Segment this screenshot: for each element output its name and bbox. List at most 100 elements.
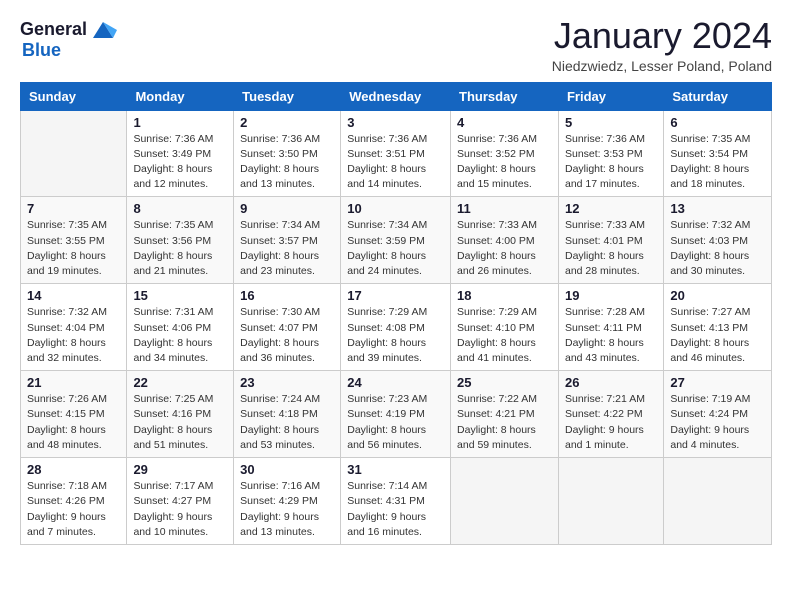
day-number: 18 (457, 288, 552, 303)
day-info: Sunrise: 7:22 AMSunset: 4:21 PMDaylight:… (457, 392, 552, 453)
calendar-cell: 29Sunrise: 7:17 AMSunset: 4:27 PMDayligh… (127, 458, 234, 545)
calendar-cell: 27 Sunrise: 7:19 AMSunset: 4:24 PMDayligh… (664, 371, 772, 458)
day-number: 5 (565, 115, 657, 130)
day-info: Sunrise: 7:36 AMSunset: 3:51 PMDaylight:… (347, 132, 444, 193)
calendar-cell: 15 Sunrise: 7:31 AMSunset: 4:06 PMDayligh… (127, 284, 234, 371)
day-info: Sunrise: 7:36 AMSunset: 3:49 PMDaylight:… (133, 132, 227, 193)
calendar-cell: 31Sunrise: 7:14 AMSunset: 4:31 PMDayligh… (341, 458, 451, 545)
day-info: Sunrise: 7:26 AMSunset: 4:15 PMDaylight:… (27, 392, 120, 453)
day-number: 12 (565, 201, 657, 216)
day-number: 6 (670, 115, 765, 130)
day-number: 13 (670, 201, 765, 216)
calendar-cell: 8Sunrise: 7:35 AMSunset: 3:56 PMDaylight… (127, 197, 234, 284)
calendar-cell: 18Sunrise: 7:29 AMSunset: 4:10 PMDayligh… (451, 284, 559, 371)
day-info: Sunrise: 7:19 AMSunset: 4:24 PMDaylight:… (670, 392, 765, 453)
page-header: General Blue January 2024 Niedzwiedz, Le… (20, 16, 772, 74)
calendar-cell: 9Sunrise: 7:34 AMSunset: 3:57 PMDaylight… (234, 197, 341, 284)
day-number: 15 (133, 288, 227, 303)
day-info: Sunrise: 7:17 AMSunset: 4:27 PMDaylight:… (133, 479, 227, 540)
day-number: 3 (347, 115, 444, 130)
day-info: Sunrise: 7:32 AMSunset: 4:03 PMDaylight:… (670, 218, 765, 279)
logo-text: General (20, 20, 87, 40)
calendar-cell: 6 Sunrise: 7:35 AMSunset: 3:54 PMDaylight… (664, 110, 772, 197)
day-info: Sunrise: 7:16 AMSunset: 4:29 PMDaylight:… (240, 479, 334, 540)
calendar-cell: 19Sunrise: 7:28 AMSunset: 4:11 PMDayligh… (558, 284, 663, 371)
weekday-header-friday: Friday (558, 82, 663, 110)
calendar-cell: 30 Sunrise: 7:16 AMSunset: 4:29 PMDayligh… (234, 458, 341, 545)
day-number: 8 (133, 201, 227, 216)
calendar-table: SundayMondayTuesdayWednesdayThursdayFrid… (20, 82, 772, 545)
calendar-cell: 24 Sunrise: 7:23 AMSunset: 4:19 PMDayligh… (341, 371, 451, 458)
calendar-cell: 16 Sunrise: 7:30 AMSunset: 4:07 PMDayligh… (234, 284, 341, 371)
weekday-header-sunday: Sunday (21, 82, 127, 110)
weekday-header-thursday: Thursday (451, 82, 559, 110)
weekday-header-saturday: Saturday (664, 82, 772, 110)
day-info: Sunrise: 7:34 AMSunset: 3:57 PMDaylight:… (240, 218, 334, 279)
day-number: 30 (240, 462, 334, 477)
day-number: 21 (27, 375, 120, 390)
day-number: 7 (27, 201, 120, 216)
day-number: 16 (240, 288, 334, 303)
day-info: Sunrise: 7:30 AMSunset: 4:07 PMDaylight:… (240, 305, 334, 366)
calendar-cell: 4 Sunrise: 7:36 AMSunset: 3:52 PMDaylight… (451, 110, 559, 197)
day-info: Sunrise: 7:23 AMSunset: 4:19 PMDaylight:… (347, 392, 444, 453)
day-number: 31 (347, 462, 444, 477)
calendar-cell (451, 458, 559, 545)
calendar-cell: 17 Sunrise: 7:29 AMSunset: 4:08 PMDayligh… (341, 284, 451, 371)
day-info: Sunrise: 7:29 AMSunset: 4:08 PMDaylight:… (347, 305, 444, 366)
day-info: Sunrise: 7:21 AMSunset: 4:22 PMDaylight:… (565, 392, 657, 453)
day-number: 20 (670, 288, 765, 303)
week-row-4: 21 Sunrise: 7:26 AMSunset: 4:15 PMDayligh… (21, 371, 772, 458)
calendar-cell: 3 Sunrise: 7:36 AMSunset: 3:51 PMDaylight… (341, 110, 451, 197)
day-number: 10 (347, 201, 444, 216)
calendar-cell: 14Sunrise: 7:32 AMSunset: 4:04 PMDayligh… (21, 284, 127, 371)
calendar-cell: 13 Sunrise: 7:32 AMSunset: 4:03 PMDayligh… (664, 197, 772, 284)
day-number: 11 (457, 201, 552, 216)
day-number: 22 (133, 375, 227, 390)
day-number: 17 (347, 288, 444, 303)
calendar-cell: 11 Sunrise: 7:33 AMSunset: 4:00 PMDayligh… (451, 197, 559, 284)
calendar-cell: 26 Sunrise: 7:21 AMSunset: 4:22 PMDayligh… (558, 371, 663, 458)
weekday-header-tuesday: Tuesday (234, 82, 341, 110)
day-info: Sunrise: 7:25 AMSunset: 4:16 PMDaylight:… (133, 392, 227, 453)
calendar-cell: 5 Sunrise: 7:36 AMSunset: 3:53 PMDaylight… (558, 110, 663, 197)
day-info: Sunrise: 7:35 AMSunset: 3:55 PMDaylight:… (27, 218, 120, 279)
day-info: Sunrise: 7:36 AMSunset: 3:50 PMDaylight:… (240, 132, 334, 193)
calendar-cell: 28Sunrise: 7:18 AMSunset: 4:26 PMDayligh… (21, 458, 127, 545)
title-block: January 2024 Niedzwiedz, Lesser Poland, … (552, 16, 772, 74)
day-info: Sunrise: 7:28 AMSunset: 4:11 PMDaylight:… (565, 305, 657, 366)
day-info: Sunrise: 7:24 AMSunset: 4:18 PMDaylight:… (240, 392, 334, 453)
day-number: 28 (27, 462, 120, 477)
day-info: Sunrise: 7:34 AMSunset: 3:59 PMDaylight:… (347, 218, 444, 279)
day-info: Sunrise: 7:36 AMSunset: 3:52 PMDaylight:… (457, 132, 552, 193)
weekday-header-row: SundayMondayTuesdayWednesdayThursdayFrid… (21, 82, 772, 110)
calendar-cell: 20 Sunrise: 7:27 AMSunset: 4:13 PMDayligh… (664, 284, 772, 371)
week-row-1: 1Sunrise: 7:36 AMSunset: 3:49 PMDaylight… (21, 110, 772, 197)
day-number: 25 (457, 375, 552, 390)
calendar-cell: 22 Sunrise: 7:25 AMSunset: 4:16 PMDayligh… (127, 371, 234, 458)
day-number: 2 (240, 115, 334, 130)
calendar-cell: 2 Sunrise: 7:36 AMSunset: 3:50 PMDaylight… (234, 110, 341, 197)
calendar-cell: 1Sunrise: 7:36 AMSunset: 3:49 PMDaylight… (127, 110, 234, 197)
calendar-cell (664, 458, 772, 545)
day-number: 23 (240, 375, 334, 390)
weekday-header-monday: Monday (127, 82, 234, 110)
day-number: 14 (27, 288, 120, 303)
day-info: Sunrise: 7:31 AMSunset: 4:06 PMDaylight:… (133, 305, 227, 366)
calendar-cell: 23 Sunrise: 7:24 AMSunset: 4:18 PMDayligh… (234, 371, 341, 458)
day-info: Sunrise: 7:27 AMSunset: 4:13 PMDaylight:… (670, 305, 765, 366)
calendar-cell: 25 Sunrise: 7:22 AMSunset: 4:21 PMDayligh… (451, 371, 559, 458)
day-info: Sunrise: 7:33 AMSunset: 4:00 PMDaylight:… (457, 218, 552, 279)
logo: General Blue (20, 16, 117, 61)
calendar-cell: 7 Sunrise: 7:35 AMSunset: 3:55 PMDaylight… (21, 197, 127, 284)
day-number: 27 (670, 375, 765, 390)
week-row-5: 28Sunrise: 7:18 AMSunset: 4:26 PMDayligh… (21, 458, 772, 545)
day-number: 26 (565, 375, 657, 390)
day-number: 24 (347, 375, 444, 390)
weekday-header-wednesday: Wednesday (341, 82, 451, 110)
day-info: Sunrise: 7:33 AMSunset: 4:01 PMDaylight:… (565, 218, 657, 279)
day-info: Sunrise: 7:35 AMSunset: 3:54 PMDaylight:… (670, 132, 765, 193)
calendar-cell (558, 458, 663, 545)
day-info: Sunrise: 7:36 AMSunset: 3:53 PMDaylight:… (565, 132, 657, 193)
day-number: 4 (457, 115, 552, 130)
